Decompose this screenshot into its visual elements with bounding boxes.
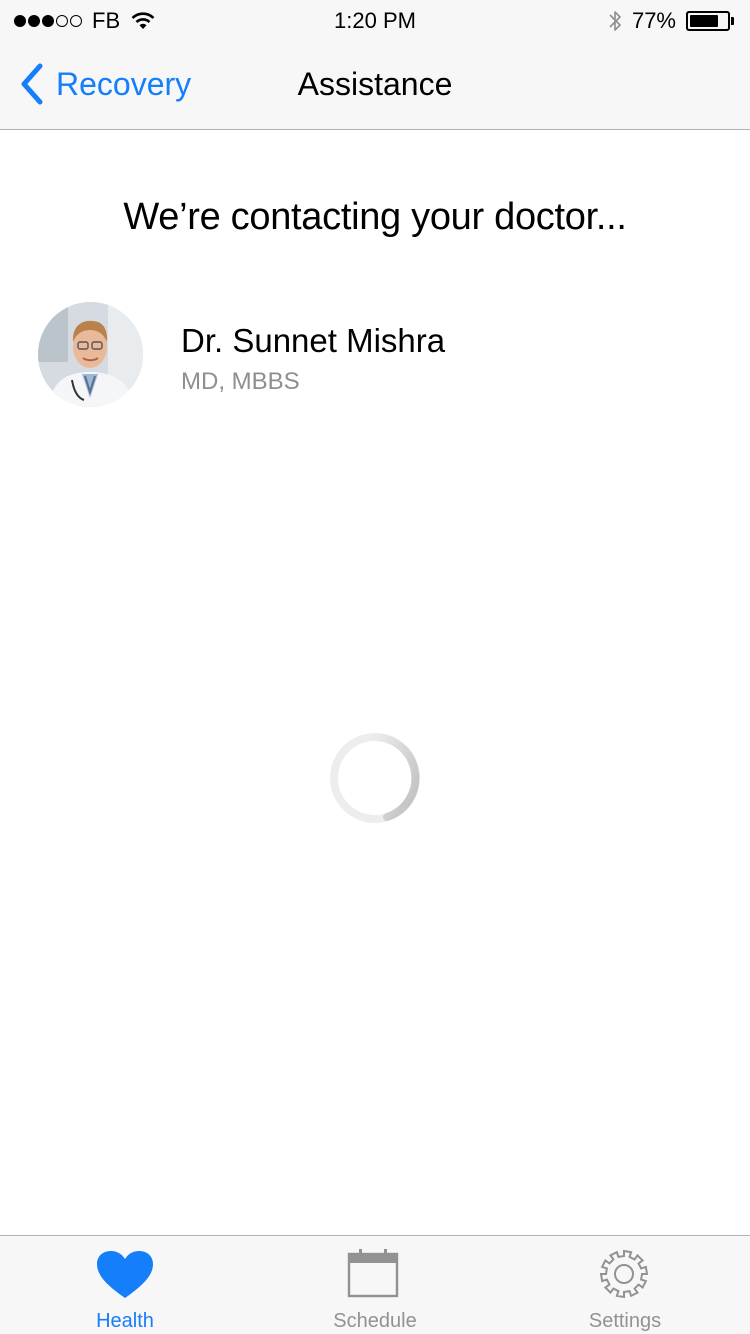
screen: FB 1:20 PM 77% Recovery Assistance We’re… (0, 0, 750, 1334)
calendar-icon (347, 1249, 399, 1298)
status-bar: FB 1:20 PM 77% (0, 0, 750, 40)
battery-percentage: 77% (631, 8, 676, 33)
tab-schedule[interactable]: Schedule (250, 1236, 500, 1334)
battery-icon (686, 11, 734, 31)
tab-settings[interactable]: Settings (500, 1236, 750, 1334)
loading-spinner-icon (330, 733, 420, 823)
tab-health[interactable]: Health (0, 1236, 250, 1334)
tab-label: Settings (588, 1310, 662, 1332)
doctor-avatar (38, 302, 143, 407)
navigation-bar: Recovery Assistance (0, 40, 750, 130)
status-right: 77% (608, 8, 734, 34)
doctor-credentials: MD, MBBS (181, 368, 300, 395)
contacting-heading: We’re contacting your doctor... (123, 196, 627, 238)
heart-icon (97, 1251, 153, 1298)
tab-label: Schedule (333, 1310, 417, 1332)
doctor-name: Dr. Sunnet Mishra (181, 322, 446, 359)
page-title: Assistance (297, 66, 453, 102)
bluetooth-icon (609, 11, 621, 31)
doctor-card: Dr. Sunnet Mishra MD, MBBS (38, 302, 718, 408)
tab-bar: Health Schedule Settings (0, 1235, 750, 1334)
gear-icon (599, 1249, 649, 1299)
tab-label: Health (96, 1310, 154, 1332)
